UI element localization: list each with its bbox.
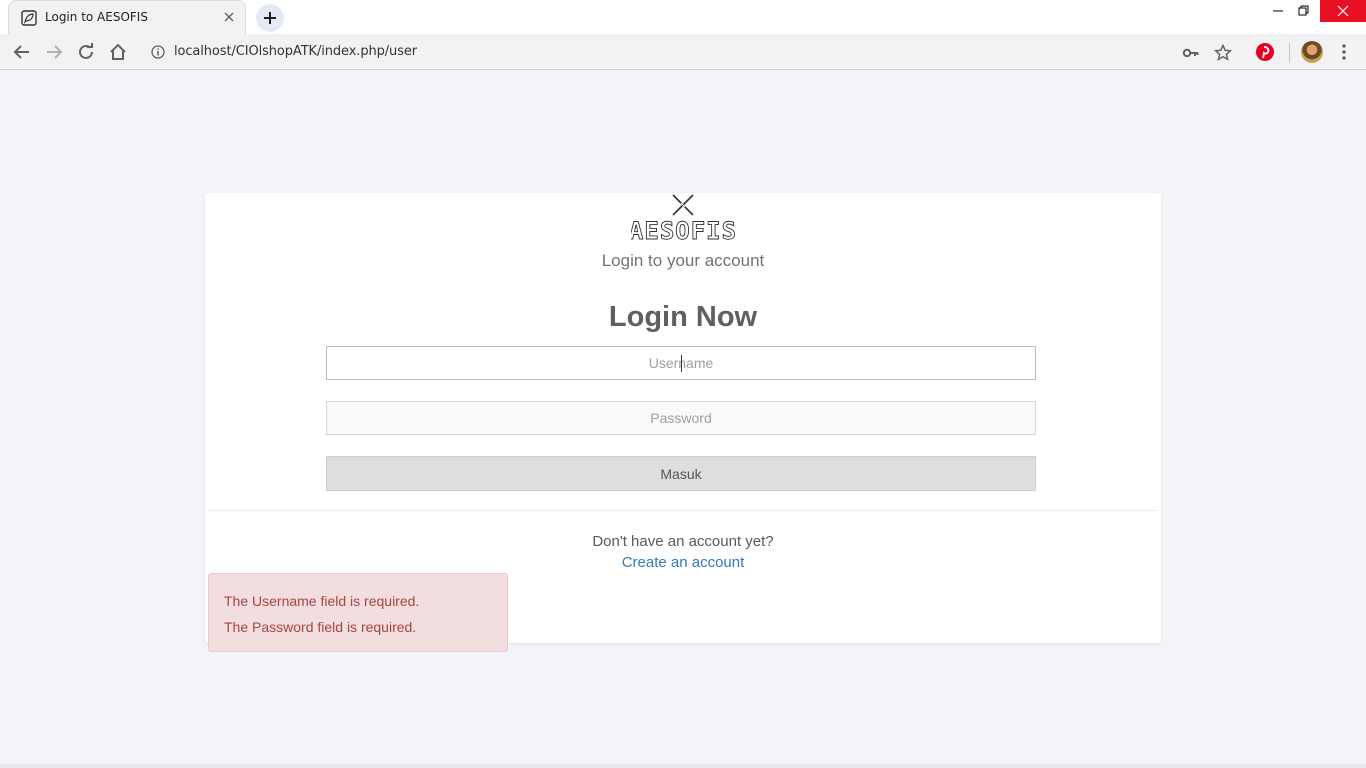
login-subtitle: Login to your account (601, 251, 765, 270)
validation-alert: The Username field is required. The Pass… (208, 573, 508, 652)
aesofis-logo: AESOFIS (628, 193, 737, 245)
profile-avatar[interactable] (1301, 41, 1323, 63)
tab-title: Login to AESOFIS (45, 10, 148, 24)
login-heading: Login Now (608, 301, 758, 333)
browser-tab[interactable]: Login to AESOFIS (8, 0, 246, 34)
close-window-button[interactable] (1320, 0, 1366, 22)
password-input[interactable] (326, 401, 1036, 435)
toolbar-separator (1289, 43, 1290, 63)
back-button[interactable] (11, 41, 33, 63)
logo-text: AESOFIS (631, 217, 735, 243)
arrow-right-icon (47, 45, 63, 59)
arrow-left-icon (13, 45, 29, 59)
no-account-text: Don't have an account yet? (592, 533, 774, 550)
password-required-message: The Password field is required. (224, 619, 417, 635)
home-button[interactable] (107, 41, 129, 63)
browser-toolbar: localhost/CIOlshopATK/index.php/user (0, 34, 1366, 70)
home-icon (110, 43, 126, 60)
taskbar-edge (0, 764, 1366, 768)
reload-button[interactable] (75, 41, 97, 63)
minimize-icon (1273, 10, 1283, 12)
menu-dots-icon[interactable] (1334, 42, 1354, 62)
star-icon[interactable] (1213, 43, 1233, 62)
forward-button[interactable] (43, 41, 65, 63)
card-divider (209, 510, 1157, 511)
reload-icon (79, 43, 93, 59)
create-account-link[interactable]: Create an account (205, 554, 1161, 571)
leaf-favicon-icon (21, 10, 37, 26)
key-icon[interactable] (1182, 44, 1200, 62)
plus-icon (264, 12, 276, 24)
pinterest-extension-icon[interactable] (1255, 42, 1275, 62)
new-tab-button[interactable] (256, 4, 284, 32)
info-icon[interactable] (151, 45, 165, 59)
login-submit-button[interactable]: Masuk (326, 456, 1036, 491)
restore-icon (1298, 5, 1309, 16)
text-caret (681, 355, 682, 372)
tab-close-icon[interactable] (221, 9, 237, 25)
username-required-message: The Username field is required. (224, 593, 420, 609)
address-bar[interactable]: localhost/CIOlshopATK/index.php/user (141, 37, 1241, 67)
url-text: localhost/CIOlshopATK/index.php/user (174, 44, 418, 59)
close-icon (1337, 5, 1349, 17)
restore-button[interactable] (1286, 0, 1322, 22)
tab-strip: Login to AESOFIS (0, 0, 1366, 34)
